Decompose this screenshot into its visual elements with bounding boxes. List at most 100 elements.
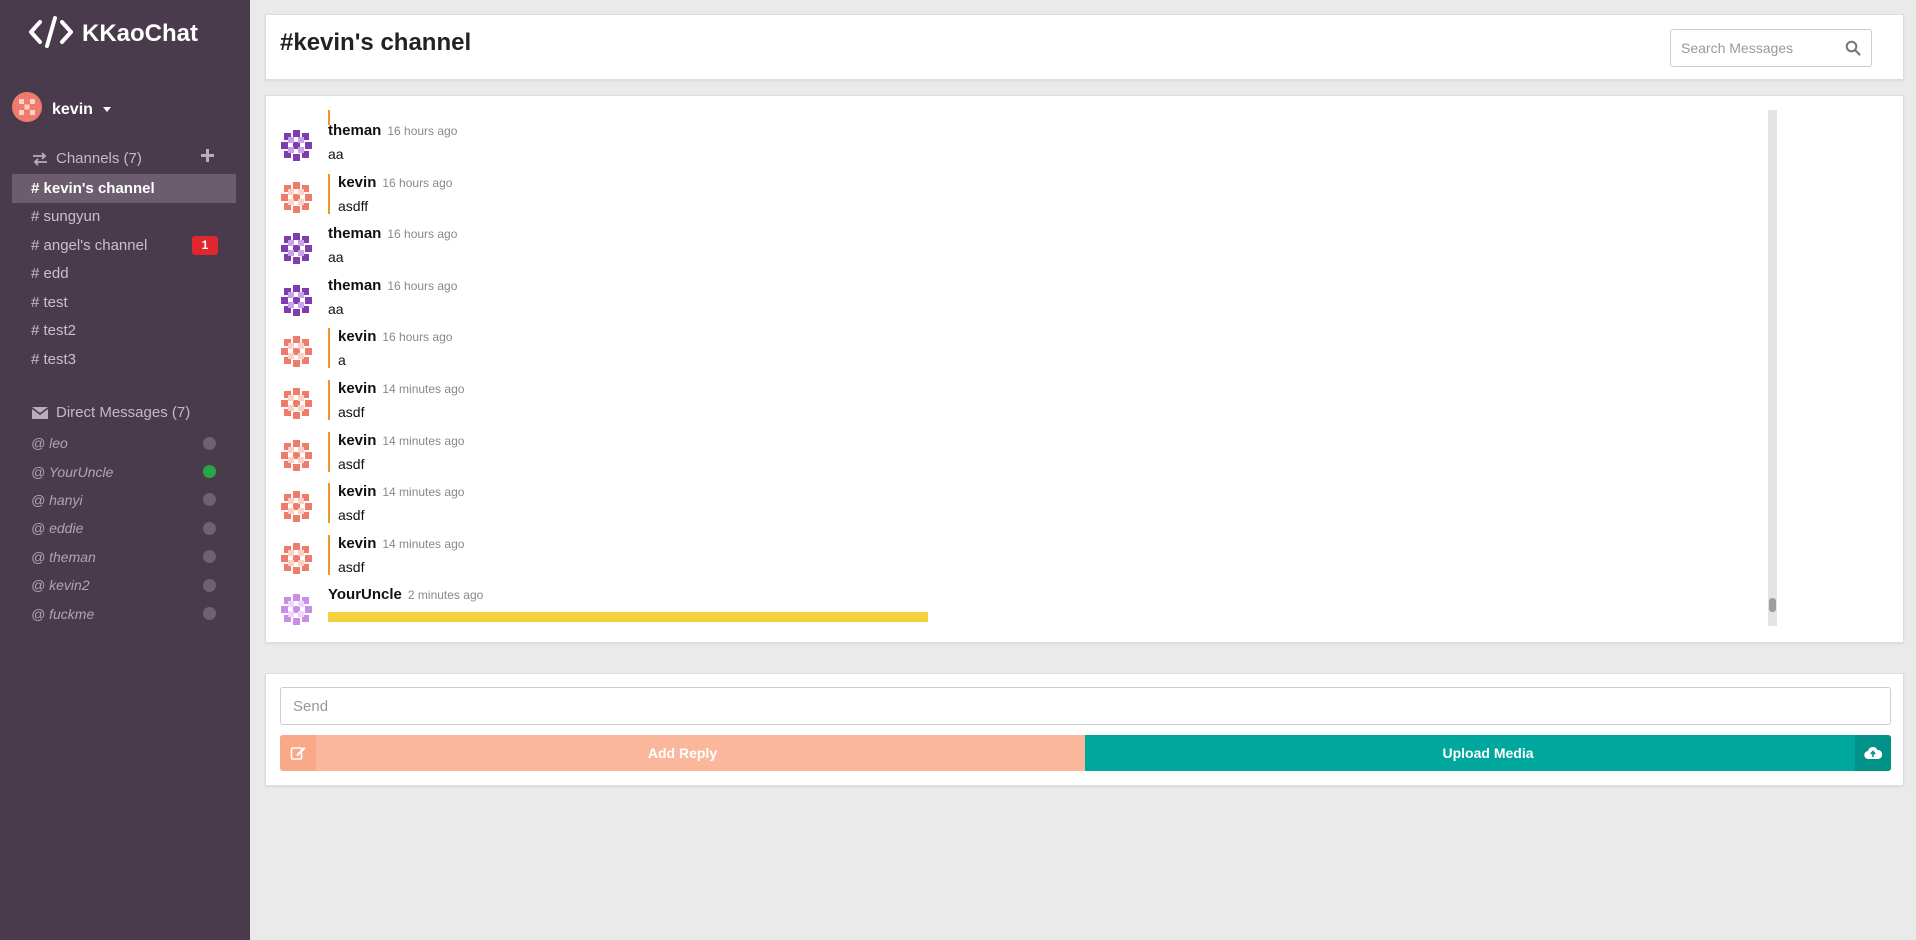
message-text: asdf <box>338 558 365 575</box>
avatar <box>278 110 314 111</box>
sidebar-item-dm[interactable]: @ theman <box>12 543 236 571</box>
message-author[interactable]: kevin <box>338 328 376 345</box>
sidebar-item-channel[interactable]: # test2 <box>12 317 236 346</box>
message-body: theman 16 hours ago aa <box>328 225 457 265</box>
channel-label: # edd <box>31 265 69 283</box>
message-item: theman 16 hours ago aa <box>278 122 1478 170</box>
sidebar-item-dm[interactable]: @ kevin2 <box>12 571 236 599</box>
message-timestamp: 2 minutes ago <box>407 588 484 603</box>
avatar[interactable] <box>278 281 314 318</box>
sidebar-item-channel[interactable]: # test3 <box>12 345 236 374</box>
message-body: kevin 16 hours ago asdff <box>328 173 453 214</box>
avatar[interactable] <box>278 178 314 215</box>
message-text: aa <box>328 249 344 266</box>
dm-label: @ theman <box>31 548 96 565</box>
message-author[interactable]: kevin <box>338 483 376 500</box>
message-timestamp: 16 hours ago <box>387 278 458 293</box>
message-body: YourUncle 2 minutes ago <box>328 586 483 604</box>
avatar[interactable] <box>278 539 314 576</box>
message-text: asdf <box>338 507 365 524</box>
dm-label: @ YourUncle <box>31 463 114 480</box>
sidebar-item-channel[interactable]: # angel's channel 1 <box>12 231 236 260</box>
search-input[interactable] <box>1681 33 1841 63</box>
message-item <box>278 110 1478 125</box>
message-text: aa <box>328 146 344 162</box>
user-menu[interactable]: kevin <box>12 92 111 127</box>
message-author[interactable]: theman <box>328 225 381 242</box>
dm-header[interactable]: Direct Messages (7) <box>32 404 190 421</box>
message-input[interactable] <box>280 687 1891 725</box>
caret-down-icon <box>102 107 111 112</box>
sidebar-item-dm[interactable]: @ eddie <box>12 514 236 542</box>
message-list[interactable]: theman 16 hours ago aa kevin 16 hours ago asd… <box>278 110 1748 626</box>
upload-media-button[interactable]: Upload Media <box>1085 735 1891 771</box>
sidebar-item-dm[interactable]: @ YourUncle <box>12 457 236 485</box>
sidebar-item-channel[interactable]: # sungyun <box>12 203 236 232</box>
add-reply-label: Add Reply <box>647 745 718 761</box>
message-author[interactable]: YourUncle <box>328 586 402 603</box>
cloud-upload-icon <box>1855 735 1891 771</box>
avatar[interactable] <box>278 230 314 267</box>
message-timestamp: 14 minutes ago <box>382 433 465 448</box>
avatar[interactable] <box>278 488 314 525</box>
search-box[interactable] <box>1670 29 1872 67</box>
status-dot <box>203 436 216 450</box>
message-timestamp: 16 hours ago <box>382 175 453 190</box>
avatar[interactable] <box>278 333 314 370</box>
message-author[interactable]: kevin <box>338 535 376 552</box>
message-text: a <box>338 352 346 369</box>
message-body: theman 16 hours ago aa <box>328 122 457 162</box>
scrollbar-thumb[interactable] <box>1769 598 1776 612</box>
message-author[interactable]: kevin <box>338 432 376 449</box>
message-text: asdf <box>338 404 365 420</box>
message-author[interactable]: kevin <box>338 174 376 191</box>
app-logo[interactable]: KKaoChat <box>28 15 199 52</box>
image-attachment[interactable] <box>328 612 928 622</box>
page-title: #kevin's channel <box>280 29 472 56</box>
exchange-icon <box>32 151 48 166</box>
message-timestamp: 16 hours ago <box>387 227 458 242</box>
avatar[interactable] <box>278 385 314 421</box>
avatar[interactable] <box>278 127 314 163</box>
message-item: kevin 14 minutes ago asdf <box>278 380 1478 428</box>
sidebar-item-channel[interactable]: # test <box>12 288 236 317</box>
envelope-icon <box>32 406 48 419</box>
message-author[interactable]: theman <box>328 277 381 294</box>
edit-icon <box>280 735 316 771</box>
dm-header-label: Direct Messages (7) <box>56 404 191 421</box>
message-body: kevin 14 minutes ago asdf <box>328 431 465 472</box>
sidebar-item-dm[interactable]: @ fuckme <box>12 599 236 627</box>
message-text: aa <box>328 300 344 317</box>
dm-label: @ kevin2 <box>31 577 90 594</box>
sidebar-item-dm[interactable]: @ leo <box>12 429 236 457</box>
avatar[interactable] <box>278 591 314 626</box>
message-body: kevin 14 minutes ago asdf <box>328 380 464 420</box>
channel-list: # kevin's channel # sungyun # angel's ch… <box>12 174 236 374</box>
sidebar-item-dm[interactable]: @ hanyi <box>12 486 236 514</box>
message-author[interactable]: kevin <box>338 380 376 397</box>
add-reply-button[interactable]: Add Reply <box>280 735 1085 771</box>
message-author[interactable]: theman <box>328 122 381 139</box>
message-panel: theman 16 hours ago aa kevin 16 hours ago asd… <box>265 95 1904 643</box>
message-text: asdff <box>338 197 369 214</box>
compose-panel: Add Reply Upload Media <box>265 673 1904 786</box>
status-dot <box>203 521 216 535</box>
user-name: kevin <box>52 100 93 118</box>
message-scrollbar[interactable] <box>1768 110 1777 626</box>
channels-header[interactable]: Channels (7) <box>32 150 142 167</box>
message-text: asdf <box>338 455 365 472</box>
message-item: kevin 14 minutes ago asdf <box>278 431 1478 480</box>
dm-list: @ leo @ YourUncle @ hanyi @ eddie @ them… <box>12 429 236 628</box>
sidebar-item-channel[interactable]: # edd <box>12 260 236 289</box>
message-item: kevin 16 hours ago a <box>278 328 1478 376</box>
channels-header-label: Channels (7) <box>56 150 142 167</box>
sidebar-item-channel[interactable]: # kevin's channel <box>12 174 236 203</box>
app-name: KKaoChat <box>82 20 199 47</box>
message-body: theman 16 hours ago aa <box>328 277 457 317</box>
search-icon[interactable] <box>1845 40 1861 61</box>
message-timestamp: 14 minutes ago <box>382 536 465 551</box>
add-channel-plus-icon[interactable] <box>200 148 216 164</box>
channel-label: # kevin's channel <box>31 179 155 197</box>
message-timestamp: 14 minutes ago <box>382 485 465 500</box>
avatar[interactable] <box>278 436 314 473</box>
